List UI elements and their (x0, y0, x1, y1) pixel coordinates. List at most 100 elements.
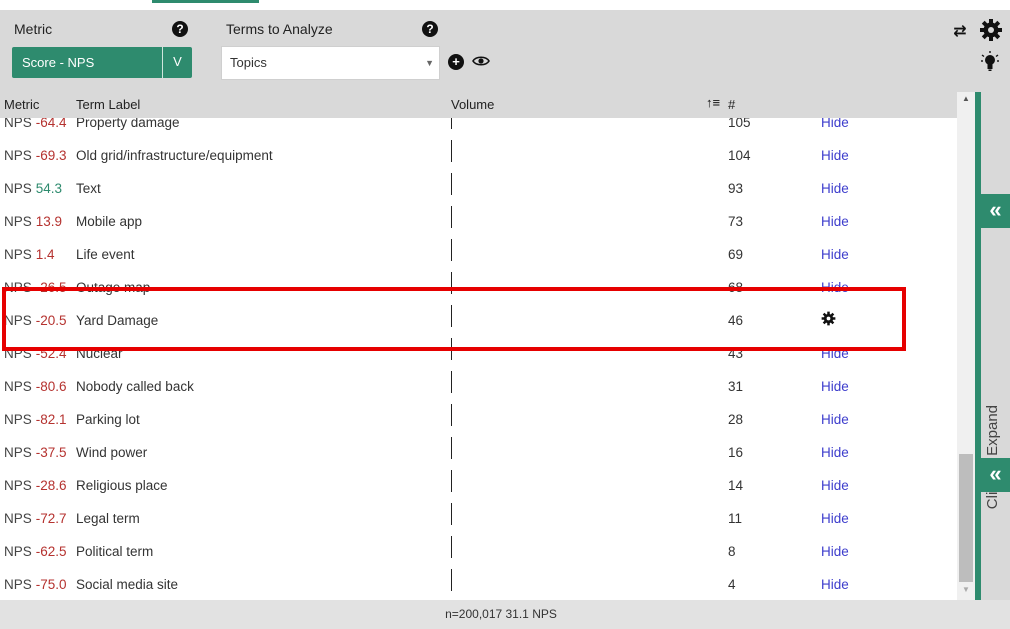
terms-select[interactable]: Topics ▼ (221, 46, 440, 80)
table-row[interactable]: NPS -20.5 Yard Damage 46 (0, 305, 957, 338)
add-term-icon[interactable]: + (448, 54, 464, 70)
row-hide-link[interactable]: Hide (821, 118, 849, 130)
column-header-metric[interactable]: Metric (4, 97, 39, 112)
table-row[interactable]: NPS -72.7 Legal term 11 Hide (0, 503, 957, 536)
expand-chevron-icon[interactable]: « (981, 194, 1010, 228)
row-hide-link[interactable]: Hide (821, 181, 849, 196)
column-header-count[interactable]: # (728, 97, 735, 112)
row-score: -52.4 (35, 346, 67, 361)
table-row[interactable]: NPS -62.5 Political term 8 Hide (0, 536, 957, 569)
row-term-label[interactable]: Religious place (76, 478, 168, 493)
row-score: -20.5 (35, 313, 67, 328)
refresh-icon[interactable]: ⇄ (949, 21, 971, 40)
row-term-label[interactable]: Nobody called back (76, 379, 194, 394)
row-score: -72.7 (35, 511, 67, 526)
row-hide-link[interactable]: Hide (821, 412, 849, 427)
row-hide-link[interactable]: Hide (821, 478, 849, 493)
row-hide-link[interactable]: Hide (821, 214, 849, 229)
row-term-label[interactable]: Mobile app (76, 214, 142, 229)
row-metric: NPS -72.7 (4, 511, 67, 526)
expand-side-panel[interactable]: « Click to Expand « (975, 92, 1010, 600)
row-metric-prefix: NPS (4, 478, 32, 493)
table-header: Metric Term Label Volume ↑≡ # (0, 92, 957, 118)
row-hide-link[interactable]: Hide (821, 247, 849, 262)
row-hide-link[interactable]: Hide (821, 148, 849, 163)
row-score: -26.5 (35, 280, 67, 295)
row-hide-link[interactable]: Hide (821, 544, 849, 559)
row-hide-link[interactable]: Hide (821, 280, 849, 295)
row-term-label[interactable]: Social media site (76, 577, 178, 592)
row-metric: NPS -20.5 (4, 313, 67, 328)
row-term-label[interactable]: Life event (76, 247, 135, 262)
row-metric: NPS -62.5 (4, 544, 67, 559)
row-volume-bar (451, 437, 452, 459)
row-metric: NPS 1.4 (4, 247, 55, 262)
row-term-label[interactable]: Property damage (76, 118, 180, 130)
row-term-label[interactable]: Yard Damage (76, 313, 158, 328)
row-metric-prefix: NPS (4, 313, 32, 328)
table-row[interactable]: NPS -69.3 Old grid/infrastructure/equipmen… (0, 140, 957, 173)
row-metric: NPS -75.0 (4, 577, 67, 592)
chevron-down-icon: ▼ (425, 58, 434, 68)
table-row[interactable]: NPS -82.1 Parking lot 28 Hide (0, 404, 957, 437)
row-count: 43 (728, 346, 744, 361)
row-term-label[interactable]: Text (76, 181, 101, 196)
table-row[interactable]: NPS 54.3 Text 93 Hide (0, 173, 957, 206)
row-hide-link[interactable]: Hide (821, 511, 849, 526)
gear-icon[interactable] (979, 18, 1003, 42)
row-volume-bar (451, 404, 452, 426)
expand-chevron-icon-lower[interactable]: « (981, 458, 1010, 492)
row-hide-link[interactable]: Hide (821, 445, 849, 460)
row-term-label[interactable]: Wind power (76, 445, 147, 460)
metric-dropdown-toggle[interactable]: V (162, 47, 192, 78)
row-score: -69.3 (35, 148, 67, 163)
lightbulb-icon[interactable] (980, 50, 1000, 72)
column-header-term[interactable]: Term Label (76, 97, 140, 112)
row-hide-link[interactable]: Hide (821, 577, 849, 592)
row-count: 14 (728, 478, 744, 493)
table-row[interactable]: NPS -37.5 Wind power 16 Hide (0, 437, 957, 470)
row-hide-link[interactable]: Hide (821, 379, 849, 394)
table-row[interactable]: NPS -26.5 Outage map 68 Hide (0, 272, 957, 305)
active-tab-indicator (152, 0, 259, 3)
row-score: -64.4 (35, 118, 67, 130)
row-term-label[interactable]: Parking lot (76, 412, 140, 427)
terms-label: Terms to Analyze (226, 21, 333, 37)
table-row[interactable]: NPS -80.6 Nobody called back 31 Hide (0, 371, 957, 404)
table-row[interactable]: NPS -52.4 Nuclear 43 Hide (0, 338, 957, 371)
row-volume-bar (451, 536, 452, 558)
row-metric-prefix: NPS (4, 412, 32, 427)
row-count: 28 (728, 412, 744, 427)
row-term-label[interactable]: Political term (76, 544, 153, 559)
row-metric-prefix: NPS (4, 577, 32, 592)
scroll-thumb[interactable] (959, 454, 973, 582)
column-header-volume[interactable]: Volume (451, 97, 494, 112)
row-hide-link[interactable]: Hide (821, 346, 849, 361)
sort-ascending-icon[interactable]: ↑≡ (706, 95, 720, 110)
row-score: -62.5 (35, 544, 67, 559)
controls-bar: Metric ? Score - NPS V Terms to Analyze … (0, 10, 1010, 92)
row-term-label[interactable]: Nuclear (76, 346, 123, 361)
table-row[interactable]: NPS -75.0 Social media site 4 Hide (0, 569, 957, 600)
scroll-down-arrow-icon[interactable]: ▼ (957, 585, 975, 597)
row-term-label[interactable]: Outage map (76, 280, 150, 295)
metric-help-icon[interactable]: ? (172, 21, 188, 37)
metric-select-button[interactable]: Score - NPS (12, 47, 162, 78)
eye-icon[interactable] (472, 54, 490, 68)
row-score: 13.9 (35, 214, 63, 229)
table-row[interactable]: NPS 13.9 Mobile app 73 Hide (0, 206, 957, 239)
terms-help-icon[interactable]: ? (422, 21, 438, 37)
table-row[interactable]: NPS 1.4 Life event 69 Hide (0, 239, 957, 272)
row-volume-bar (451, 173, 452, 195)
scroll-up-arrow-icon[interactable]: ▲ (957, 94, 975, 106)
row-term-label[interactable]: Old grid/infrastructure/equipment (76, 148, 273, 163)
table-row[interactable]: NPS -64.4 Property damage 105 Hide (0, 118, 957, 140)
row-term-label[interactable]: Legal term (76, 511, 140, 526)
vertical-scrollbar[interactable]: ▲ ▼ (957, 92, 975, 600)
row-volume-bar (451, 470, 452, 492)
table-row[interactable]: NPS -28.6 Religious place 14 Hide (0, 470, 957, 503)
row-metric-prefix: NPS (4, 214, 32, 229)
row-metric-prefix: NPS (4, 280, 32, 295)
row-score: -75.0 (35, 577, 67, 592)
row-gear-icon[interactable] (821, 311, 836, 326)
